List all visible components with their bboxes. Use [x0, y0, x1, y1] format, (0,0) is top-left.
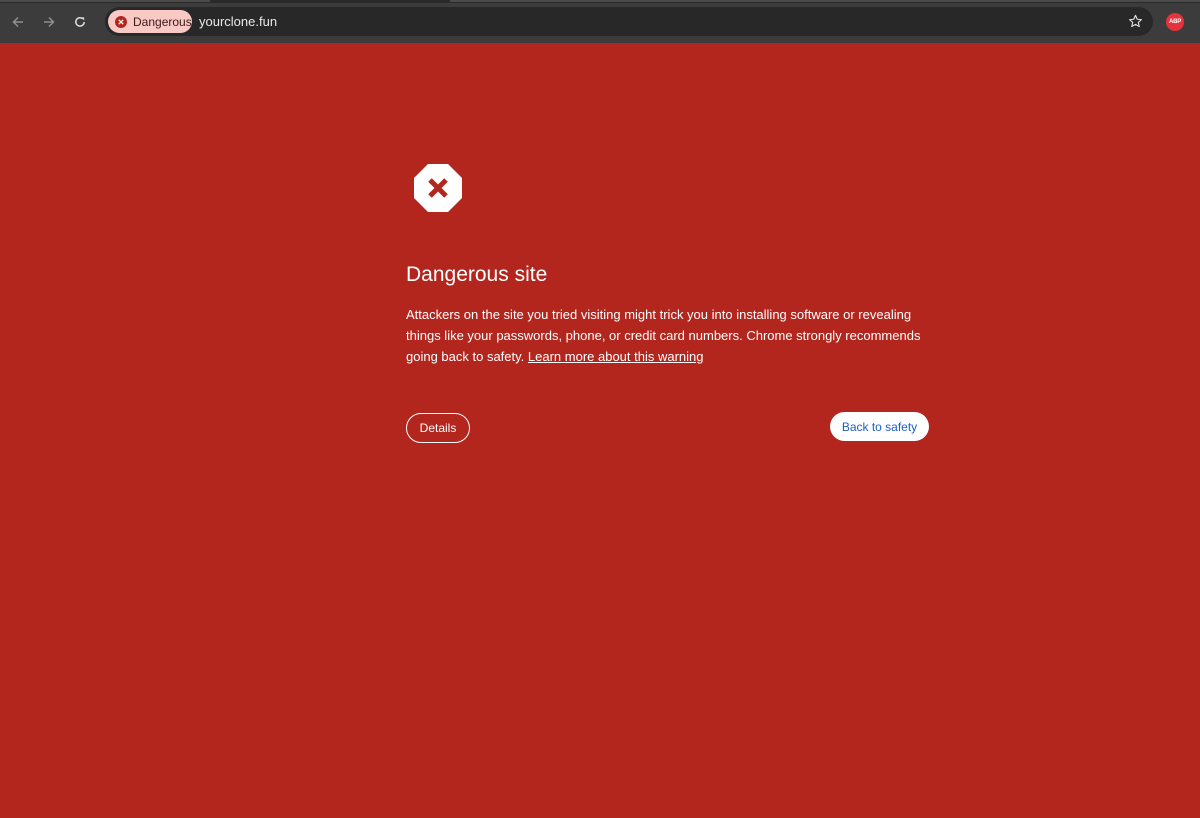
- bookmark-button[interactable]: [1126, 12, 1144, 30]
- back-button[interactable]: [7, 11, 29, 33]
- arrow-right-icon: [44, 16, 55, 28]
- reload-icon: [75, 16, 85, 27]
- action-buttons: Details Back to safety: [406, 412, 929, 443]
- reload-button[interactable]: [69, 11, 91, 33]
- learn-more-link[interactable]: Learn more about this warning: [528, 349, 704, 364]
- warning-description: Attackers on the site you tried visiting…: [406, 304, 929, 367]
- danger-icon: [115, 15, 127, 28]
- forward-button[interactable]: [38, 11, 60, 33]
- danger-stop-icon: [414, 164, 462, 212]
- adblock-extension-icon[interactable]: ABP: [1166, 13, 1184, 31]
- arrow-left-icon: [12, 16, 23, 28]
- address-bar[interactable]: Dangerous yourclone.fun: [105, 7, 1153, 36]
- url-text[interactable]: yourclone.fun: [199, 14, 277, 29]
- security-chip[interactable]: Dangerous: [108, 10, 192, 33]
- details-button[interactable]: Details: [406, 413, 470, 443]
- interstitial-content: Dangerous site Attackers on the site you…: [406, 164, 929, 443]
- back-to-safety-button[interactable]: Back to safety: [830, 412, 929, 441]
- security-chip-label: Dangerous: [133, 14, 192, 29]
- browser-toolbar: Dangerous yourclone.fun ABP: [0, 0, 1200, 43]
- page-title: Dangerous site: [406, 263, 548, 286]
- star-icon: [1128, 14, 1142, 27]
- tab-strip: [0, 0, 1200, 3]
